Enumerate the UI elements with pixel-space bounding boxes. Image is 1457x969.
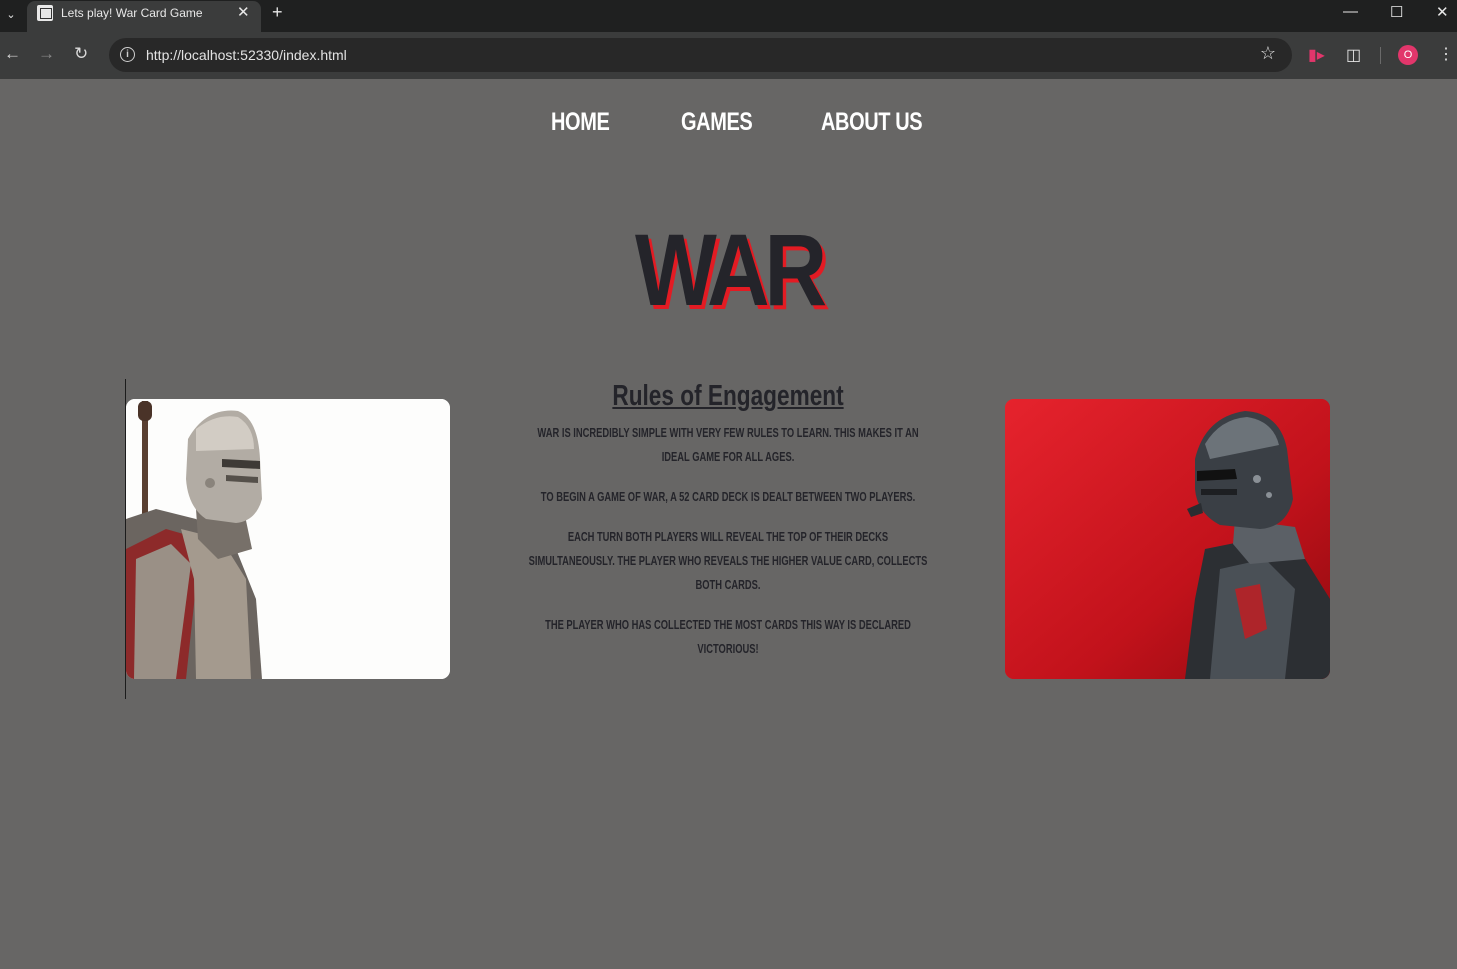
rules-paragraph: To begin a game of War, a 52 card deck i… (540, 489, 916, 504)
toolbar-divider (1380, 47, 1381, 64)
site-info-icon[interactable]: i (120, 47, 135, 62)
rules-paragraph: War is incredibly simple with very few r… (537, 425, 919, 464)
back-icon[interactable]: ← (4, 44, 21, 64)
url-text[interactable]: http://localhost:52330/index.html (146, 47, 347, 63)
close-window-icon[interactable]: ✕ (1436, 3, 1449, 21)
hero: WAR (560, 215, 897, 325)
page-title: WAR (635, 213, 827, 327)
browser-tab[interactable]: Lets play! War Card Game ✕ (27, 1, 261, 32)
main-nav: HOME GAMES ABOUT US (0, 108, 1457, 142)
nav-link-about-us[interactable]: ABOUT US (821, 108, 923, 137)
knight-illustration-right (1005, 399, 1330, 679)
forward-icon[interactable]: → (38, 44, 55, 64)
maximize-icon[interactable]: ☐ (1390, 3, 1403, 21)
extensions-puzzle-icon[interactable]: ◫ (1346, 45, 1361, 65)
knight-illustration-left (126, 399, 450, 679)
page-body: HOME GAMES ABOUT US WAR Rules of Engagem… (0, 79, 1457, 969)
new-tab-icon[interactable]: + (272, 2, 283, 23)
rules-paragraph: Each turn both players will reveal the t… (528, 529, 928, 592)
favicon-icon (37, 5, 53, 21)
tab-title: Lets play! War Card Game (61, 6, 203, 20)
nav-link-home[interactable]: HOME (551, 108, 610, 137)
address-bar[interactable]: i http://localhost:52330/index.html ☆ (109, 38, 1292, 72)
browser-tab-strip: ⌄ Lets play! War Card Game ✕ + — ☐ ✕ (0, 0, 1457, 32)
close-tab-icon[interactable]: ✕ (237, 3, 250, 21)
knight-image-left (126, 399, 450, 679)
extension-icon[interactable]: ▮▸ (1308, 45, 1325, 65)
reload-icon[interactable]: ↻ (74, 44, 88, 64)
browser-toolbar: ← → ↻ i http://localhost:52330/index.htm… (0, 32, 1457, 79)
minimize-icon[interactable]: — (1343, 3, 1358, 20)
tab-search-chevron-icon[interactable]: ⌄ (0, 0, 22, 28)
nav-link-games[interactable]: GAMES (681, 108, 753, 137)
rules-paragraph: The player who has collected the most ca… (545, 617, 911, 656)
rules-section: Rules of Engagement War is incredibly si… (497, 377, 959, 677)
menu-kebab-icon[interactable]: ⋮ (1438, 44, 1454, 64)
bookmark-star-icon[interactable]: ☆ (1260, 43, 1276, 64)
knight-image-right (1005, 399, 1330, 679)
profile-avatar[interactable]: O (1398, 45, 1418, 65)
rules-heading: Rules of Engagement (612, 380, 844, 412)
